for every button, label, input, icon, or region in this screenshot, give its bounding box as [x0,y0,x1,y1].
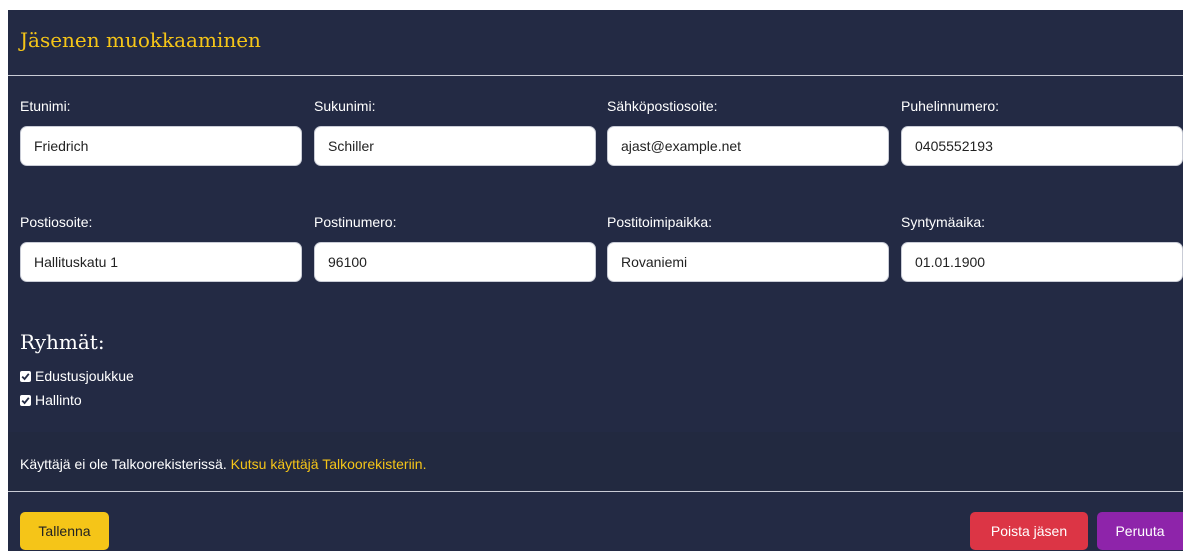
email-field-group: Sähköpostiosoite: [607,98,889,166]
save-button[interactable]: Tallenna [20,512,109,550]
first-name-field-group: Etunimi: [20,98,302,166]
birthdate-label: Syntymäaika: [901,214,986,230]
first-name-input[interactable] [20,126,302,166]
cancel-button[interactable]: Peruuta [1097,512,1183,550]
checkbox-checked-icon[interactable] [20,370,31,382]
address-input[interactable] [20,242,302,282]
phone-input[interactable] [901,126,1183,166]
last-name-field-group: Sukunimi: [314,98,596,166]
city-field-group: Postitoimipaikka: [607,214,889,282]
email-label: Sähköpostiosoite: [607,98,718,114]
birthdate-input[interactable] [901,242,1183,282]
delete-member-button[interactable]: Poista jäsen [970,512,1088,550]
city-label: Postitoimipaikka: [607,214,713,230]
address-label: Postiosoite: [20,214,93,230]
modal-title: Jäsenen muokkaaminen [20,28,261,52]
invite-talkoorekisteri-link[interactable]: Kutsu käyttäjä Talkoorekisteriin. [231,456,427,472]
last-name-input[interactable] [314,126,596,166]
talkoorekisteri-notice: Käyttäjä ei ole Talkoorekisterissä. Kuts… [8,432,1183,492]
city-input[interactable] [607,242,889,282]
address-field-group: Postiosoite: [20,214,302,282]
birthdate-field-group: Syntymäaika: [901,214,1183,282]
groups-title: Ryhmät: [20,330,105,354]
phone-label: Puhelinnumero: [901,98,1000,114]
checkbox-checked-icon[interactable] [20,394,31,406]
notice-text: Käyttäjä ei ole Talkoorekisterissä. [20,456,231,472]
modal-footer: Tallenna Poista jäsen Peruuta [8,493,1183,551]
group-label: Hallinto [35,392,82,408]
group-item-hallinto[interactable]: Hallinto [20,388,134,412]
modal-header: Jäsenen muokkaaminen [8,10,1183,76]
postal-code-field-group: Postinumero: [314,214,596,282]
last-name-label: Sukunimi: [314,98,376,114]
group-item-edustusjoukkue[interactable]: Edustusjoukkue [20,364,134,388]
phone-field-group: Puhelinnumero: [901,98,1183,166]
postal-code-label: Postinumero: [314,214,397,230]
email-input[interactable] [607,126,889,166]
postal-code-input[interactable] [314,242,596,282]
groups-section: Ryhmät: Edustusjoukkue Hallinto [8,330,146,412]
first-name-label: Etunimi: [20,98,71,114]
member-form: Etunimi: Sukunimi: Sähköpostiosoite: Puh… [8,76,1183,316]
group-label: Edustusjoukkue [35,368,134,384]
member-edit-modal: Jäsenen muokkaaminen Etunimi: Sukunimi: … [8,10,1183,551]
